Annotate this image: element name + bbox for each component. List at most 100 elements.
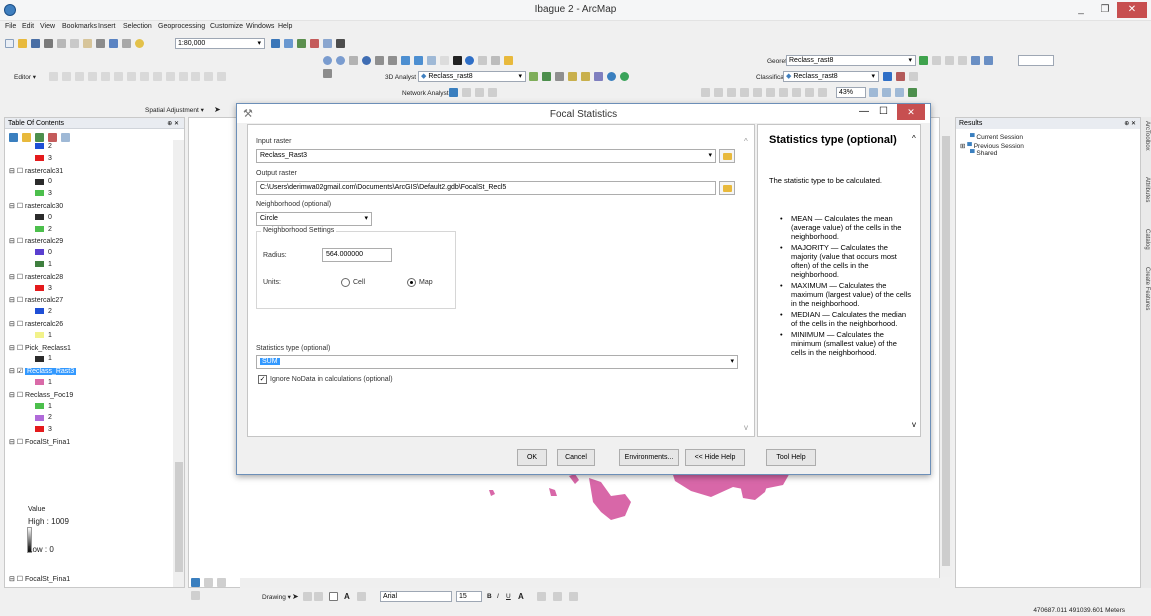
back-extent-icon[interactable] — [400, 56, 410, 65]
layer-visibility-checkbox[interactable]: ☐ — [17, 345, 25, 352]
magnifier-icon[interactable] — [983, 56, 993, 65]
layer-visibility-checkbox[interactable]: ☐ — [17, 203, 25, 210]
toc-layer-row[interactable]: ⊟ ☐ FocalSt_Fina1 — [9, 438, 70, 446]
dialog-title-bar[interactable]: ⚒ Focal Statistics — ☐ ✕ — [237, 104, 930, 123]
spatial-adjustment-menu[interactable]: Spatial Adjustment ▾ — [145, 106, 204, 114]
layout-view-icon[interactable] — [203, 578, 213, 587]
help-scroll-up-icon[interactable]: ^ — [912, 134, 916, 143]
close-button[interactable]: ✕ — [1117, 2, 1147, 18]
expand-collapse-icon[interactable]: ⊟ — [9, 238, 17, 245]
zoom-in-icon[interactable] — [323, 56, 332, 65]
layer-visibility-checkbox[interactable]: ☐ — [17, 439, 25, 446]
zoom-out-icon[interactable] — [335, 56, 345, 65]
editor-toolbar-icon[interactable] — [271, 39, 280, 48]
tab-catalog[interactable]: Catalog — [1142, 229, 1150, 250]
unit-cell-radio[interactable] — [341, 278, 350, 287]
arcscene-icon[interactable] — [606, 72, 616, 81]
legend-class-item[interactable]: 0 — [35, 214, 52, 221]
network-window-icon[interactable] — [449, 88, 458, 97]
expand-collapse-icon[interactable]: ⊟ — [9, 321, 17, 328]
fill-color-icon[interactable] — [537, 592, 546, 601]
unit-map-radio[interactable] — [407, 278, 416, 287]
georeferencing-layer-combo[interactable]: Reclass_rast8 ▾ — [786, 55, 916, 66]
tab-attributes[interactable]: Attributes — [1142, 177, 1150, 202]
dialog-minimize-button[interactable]: — — [859, 106, 869, 117]
maximize-button[interactable]: ❐ — [1094, 2, 1116, 18]
rotate-icon[interactable] — [919, 56, 928, 65]
identify-icon[interactable] — [465, 56, 475, 65]
arctoolbox-icon[interactable] — [322, 39, 332, 48]
3d-analyst-menu[interactable]: 3D Analyst ▾ — [385, 73, 421, 81]
zoom-to-selected-icon[interactable] — [314, 592, 323, 601]
tool-help-button[interactable]: Tool Help — [766, 449, 816, 466]
results-pin-close[interactable]: ⊕ ✕ — [1124, 120, 1136, 127]
list-by-source-icon[interactable] — [21, 133, 31, 142]
goto-xy-icon[interactable] — [323, 69, 332, 78]
help-scroll-down-icon[interactable]: v — [912, 420, 916, 429]
text-tool-icon[interactable]: A — [344, 592, 350, 601]
expand-collapse-icon[interactable]: ⊟ — [9, 439, 17, 446]
link-table-icon[interactable] — [957, 56, 967, 65]
find-icon[interactable] — [504, 56, 514, 65]
data-view-icon[interactable] — [191, 578, 200, 587]
search-window-icon[interactable] — [309, 39, 319, 48]
neighborhood-select[interactable]: Circle ▾ — [256, 212, 372, 226]
scroll-down-icon[interactable]: v — [744, 423, 748, 432]
menu-help[interactable]: Help — [278, 23, 292, 30]
menu-bookmarks[interactable]: Bookmarks — [62, 23, 97, 30]
toc-layer-row[interactable]: ⊟ ☐ rastercalc27 — [9, 296, 63, 304]
tab-create-features[interactable]: Create Features — [1142, 267, 1150, 310]
bold-icon[interactable]: B — [487, 593, 492, 600]
3d-analyst-layer-combo[interactable]: ◆ Reclass_rast8 ▾ — [418, 71, 526, 82]
ok-button[interactable]: OK — [517, 449, 547, 466]
rotate-element-icon[interactable] — [303, 592, 312, 601]
expand-collapse-icon[interactable]: ⊟ — [9, 368, 17, 375]
toc-layer-row[interactable]: ⊟ ☐ rastercalc28 — [9, 273, 63, 281]
list-by-selection-icon[interactable] — [47, 133, 57, 142]
minimize-button[interactable]: _ — [1069, 2, 1093, 18]
rectangle-icon[interactable] — [329, 592, 338, 601]
legend-class-item[interactable]: 3 — [35, 285, 52, 292]
map-scale-combo[interactable]: 1:80,000 ▾ — [175, 38, 265, 49]
new-icon[interactable] — [5, 39, 14, 48]
toc-layer-row[interactable]: ⊟ ☐ rastercalc29 — [9, 237, 63, 245]
toc-layer-row[interactable]: ⊟ ☐ Pick_Reclass1 — [9, 344, 71, 352]
legend-class-item[interactable]: 1 — [35, 355, 52, 362]
steepest-path-icon[interactable] — [541, 72, 551, 81]
menu-edit[interactable]: Edit — [22, 23, 34, 30]
layer-visibility-checkbox[interactable]: ☐ — [17, 238, 25, 245]
redo-icon[interactable] — [121, 39, 131, 48]
menu-customize[interactable]: Customize — [210, 23, 243, 30]
print-icon[interactable] — [43, 39, 53, 48]
georef-extra-combo[interactable] — [1018, 55, 1054, 66]
marker-color-icon[interactable] — [569, 592, 578, 601]
legend-class-item[interactable]: 0 — [35, 178, 52, 185]
paste-icon[interactable] — [82, 39, 92, 48]
interpolate-point-icon[interactable] — [580, 72, 590, 81]
dialog-maximize-button[interactable]: ☐ — [879, 106, 888, 117]
expand-collapse-icon[interactable]: ⊟ — [9, 168, 17, 175]
classification-layer-combo[interactable]: ◆ Reclass_rast8 ▾ — [783, 71, 879, 82]
network-analyst-menu[interactable]: Network Analyst ▾ — [402, 89, 454, 97]
python-icon[interactable] — [335, 39, 345, 48]
statistics-type-select[interactable]: SUM ▾ — [256, 355, 738, 369]
ignore-nodata-checkbox[interactable]: ✓ — [258, 375, 267, 384]
legend-class-item[interactable]: 1 — [35, 332, 52, 339]
catalog-icon[interactable] — [296, 39, 306, 48]
cut-icon[interactable] — [56, 39, 66, 48]
drawing-menu[interactable]: Drawing ▾ — [262, 593, 291, 601]
legend-class-item[interactable]: 2 — [35, 414, 52, 421]
radius-field[interactable]: 564.000000 — [322, 248, 392, 262]
full-extent-icon[interactable] — [361, 56, 371, 65]
environments-button[interactable]: Environments... — [619, 449, 679, 466]
pause-drawing-icon[interactable] — [191, 591, 200, 600]
results-shared[interactable]: ▀ Shared — [970, 150, 997, 157]
menu-file[interactable]: File — [5, 23, 16, 30]
legend-class-item[interactable]: 3 — [35, 426, 52, 433]
menu-windows[interactable]: Windows — [246, 23, 274, 30]
legend-class-item[interactable]: 3 — [35, 190, 52, 197]
measure-icon[interactable] — [491, 56, 501, 65]
map-horizontal-scrollbar[interactable] — [240, 578, 940, 588]
open-icon[interactable] — [17, 39, 27, 48]
fixed-zoom-out-icon[interactable] — [387, 56, 397, 65]
